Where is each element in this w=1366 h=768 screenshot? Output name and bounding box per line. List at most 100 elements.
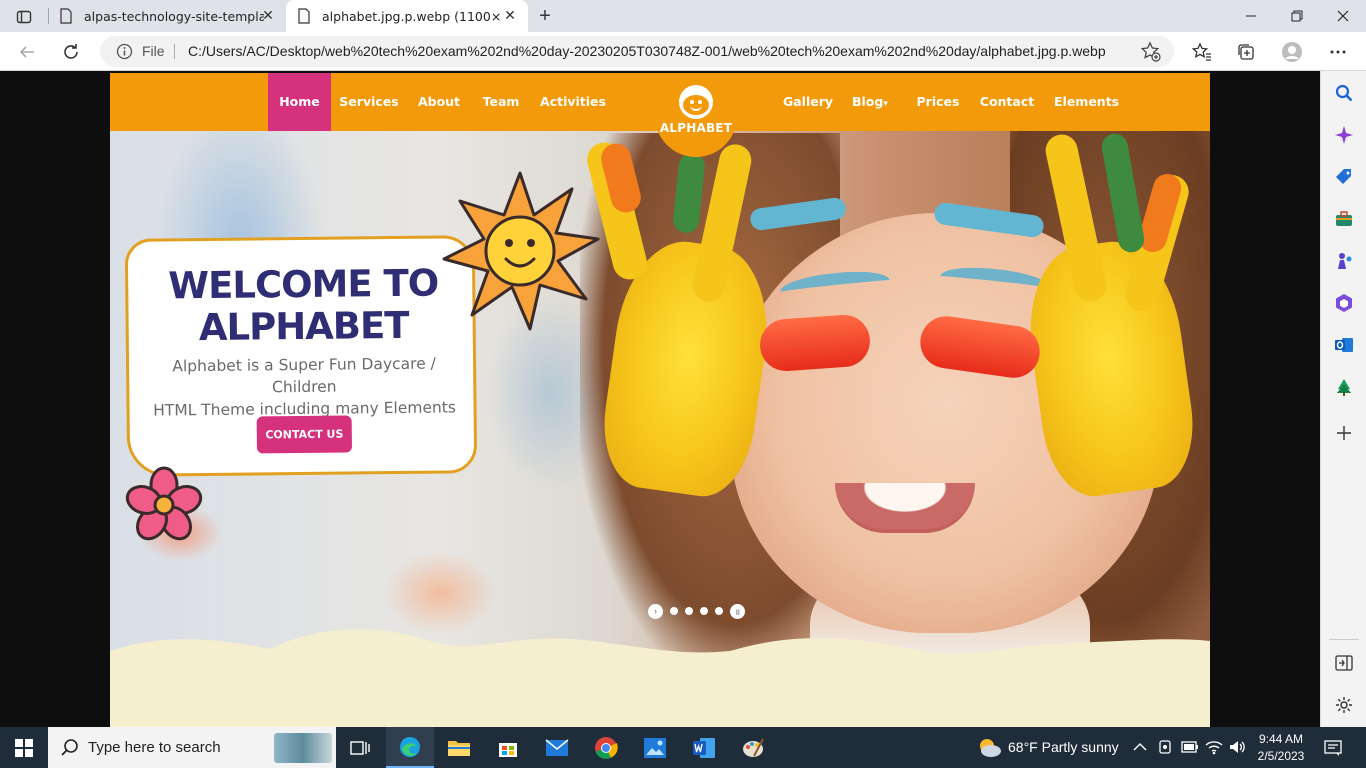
settings-menu-button[interactable]	[1326, 40, 1350, 64]
partly-sunny-icon	[980, 739, 1001, 757]
sidebar-copilot-button[interactable]	[1332, 123, 1356, 147]
folder-icon	[448, 740, 470, 756]
refresh-icon	[64, 44, 78, 59]
slider-pause-button[interactable]: ॥	[730, 603, 745, 619]
start-button[interactable]	[0, 727, 48, 768]
slider-dot[interactable]	[685, 607, 693, 615]
profile-icon	[1282, 42, 1302, 62]
taskbar-paint[interactable]	[729, 727, 777, 768]
close-tab-icon[interactable]: ✕	[260, 8, 276, 24]
more-icon	[1330, 50, 1346, 54]
close-tab-icon[interactable]: ✕	[502, 8, 518, 24]
sidebar-tools-button[interactable]	[1332, 207, 1356, 231]
sidebar-shopping-button[interactable]	[1332, 165, 1356, 189]
sidebar-games-button[interactable]	[1332, 249, 1356, 273]
scheme-label: File	[142, 43, 165, 59]
welcome-subtitle-line1: Alphabet is a Super Fun Daycare / Childr…	[172, 354, 436, 397]
url-text[interactable]: C:/Users/AC/Desktop/web%20tech%20exam%20…	[188, 43, 1106, 59]
tab-actions-icon	[16, 10, 32, 24]
gear-icon	[1336, 697, 1352, 713]
sidebar-search-button[interactable]	[1332, 81, 1356, 105]
tab-alphabet-image[interactable]: alphabet.jpg.p.webp (1100×654) ✕	[286, 0, 528, 32]
nav-contact[interactable]: Contact	[978, 73, 1036, 131]
info-icon[interactable]	[116, 43, 133, 60]
windows-logo-icon	[15, 738, 33, 757]
back-button[interactable]	[14, 39, 40, 65]
slider-dot[interactable]	[715, 607, 723, 615]
sidebar-divider	[1329, 639, 1359, 640]
task-view-button[interactable]	[336, 727, 384, 768]
sidebar-outlook-button[interactable]	[1332, 333, 1356, 357]
taskbar-edge[interactable]	[386, 727, 434, 768]
sidebar-settings-button[interactable]	[1332, 693, 1356, 717]
notifications-icon[interactable]	[1324, 739, 1342, 757]
volume-icon[interactable]	[1228, 739, 1246, 755]
battery-icon[interactable]	[1181, 741, 1199, 753]
restore-button[interactable]	[1274, 0, 1320, 32]
address-bar[interactable]: File C:/Users/AC/Desktop/web%20tech%20ex…	[100, 36, 1174, 67]
photos-icon	[644, 737, 666, 758]
slider-dot[interactable]	[700, 607, 708, 615]
system-clock[interactable]: 9:44 AM 2/5/2023	[1250, 731, 1312, 765]
sidebar-hide-button[interactable]	[1332, 651, 1356, 675]
nav-team[interactable]: Team	[478, 73, 524, 131]
taskbar-word[interactable]	[680, 727, 728, 768]
minimize-icon	[1246, 15, 1256, 17]
collections-button[interactable]	[1234, 40, 1258, 64]
task-view-icon	[350, 740, 370, 755]
taskbar-mail[interactable]	[533, 727, 581, 768]
panel-collapse-icon	[1335, 655, 1353, 671]
slider-dot[interactable]	[670, 607, 678, 615]
welcome-heading-line2: ALPHABET	[198, 303, 409, 350]
search-icon	[1335, 84, 1353, 102]
taskbar-chrome[interactable]	[582, 727, 630, 768]
taskbar-store[interactable]	[484, 727, 532, 768]
taskbar-photos[interactable]	[631, 727, 679, 768]
store-icon	[499, 742, 517, 757]
nav-gallery[interactable]: Gallery	[781, 73, 835, 131]
nav-blog[interactable]: Blog▾	[852, 73, 888, 131]
sidebar-office-button[interactable]	[1332, 291, 1356, 315]
wifi-icon[interactable]	[1205, 739, 1223, 755]
favorites-button[interactable]	[1190, 40, 1214, 64]
plus-icon	[1337, 426, 1351, 440]
paint-palette-icon	[743, 738, 764, 757]
nav-elements[interactable]: Elements	[1054, 73, 1119, 131]
nav-activities[interactable]: Activities	[540, 73, 606, 131]
add-favorite-icon[interactable]	[1140, 41, 1162, 63]
close-window-button[interactable]	[1320, 0, 1366, 32]
nav-about[interactable]: About	[414, 73, 464, 131]
taskbar-search-box[interactable]: Type here to search	[48, 727, 336, 768]
edge-sidebar	[1320, 71, 1366, 727]
nav-blog-label: Blog	[852, 94, 884, 109]
profile-avatar[interactable]	[1280, 40, 1304, 64]
tab-actions-button[interactable]	[10, 6, 38, 28]
refresh-button[interactable]	[58, 39, 84, 65]
meet-now-icon[interactable]	[1157, 739, 1173, 755]
favorites-icon	[1192, 42, 1211, 61]
clock-time: 9:44 AM	[1258, 732, 1304, 746]
document-icon	[296, 8, 312, 24]
close-icon	[1337, 10, 1349, 22]
contact-us-button[interactable]: CONTACT US	[256, 415, 353, 454]
tab-title: alphabet.jpg.p.webp (1100×654)	[322, 8, 502, 24]
slider-pagination: › ॥	[648, 603, 745, 619]
nav-home[interactable]: Home	[268, 73, 331, 131]
tab-alpas-template[interactable]: alpas-technology-site-template.jp ✕	[48, 0, 286, 32]
mail-icon	[545, 738, 569, 756]
sidebar-add-button[interactable]	[1332, 421, 1356, 445]
welcome-card: WELCOME TO ALPHABET Alphabet is a Super …	[124, 235, 478, 477]
weather-widget[interactable]: 68°F Partly sunny	[1008, 739, 1119, 755]
chevron-up-icon[interactable]	[1133, 742, 1147, 752]
tree-icon	[1337, 379, 1351, 396]
nav-services[interactable]: Services	[337, 73, 401, 131]
slider-next-button[interactable]: ›	[648, 603, 663, 619]
new-tab-button[interactable]: +	[534, 5, 556, 27]
chess-piece-icon	[1338, 253, 1352, 269]
taskbar-file-explorer[interactable]	[435, 727, 483, 768]
nav-prices[interactable]: Prices	[914, 73, 962, 131]
flower-illustration-icon	[125, 466, 203, 541]
sidebar-drop-button[interactable]	[1332, 375, 1356, 399]
minimize-button[interactable]	[1228, 0, 1274, 32]
search-icon	[61, 739, 78, 756]
